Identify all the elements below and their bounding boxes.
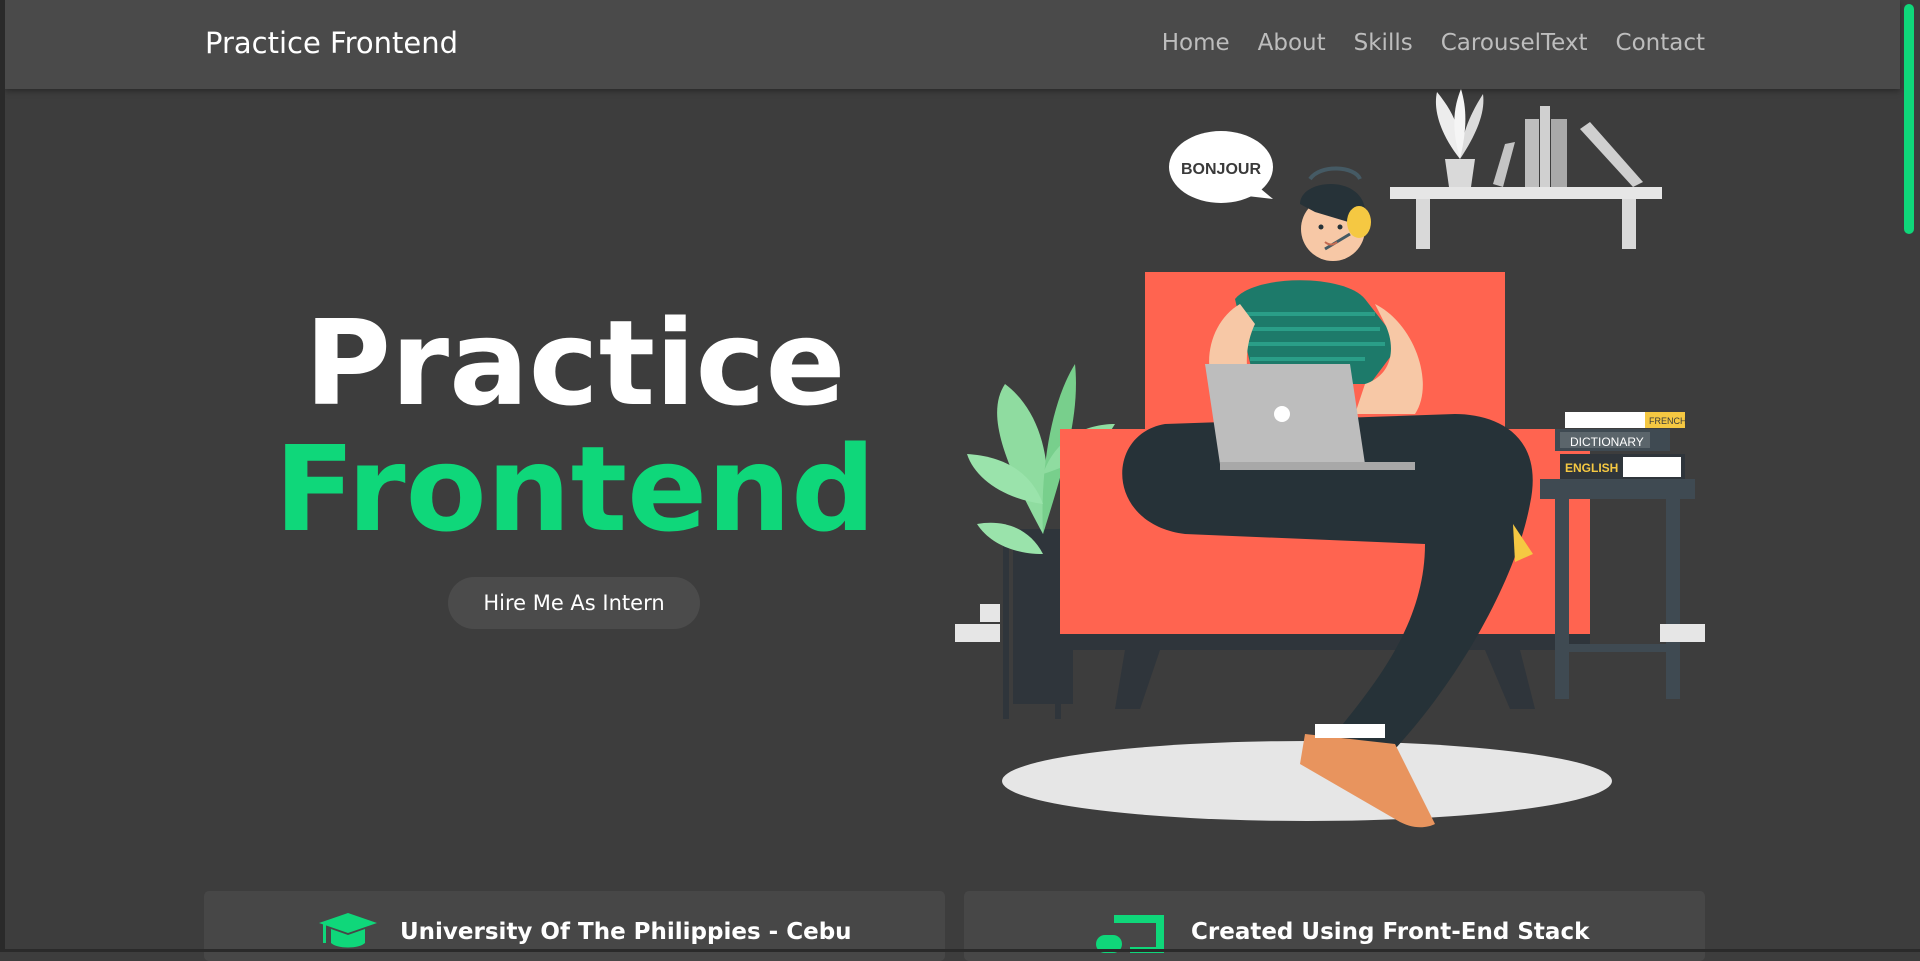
card-university-label: University Of The Philippies - Cebu [400, 919, 852, 945]
laptop-icon [1096, 915, 1164, 953]
book-english-label: ENGLISH [1565, 461, 1618, 475]
card-stack-label: Created Using Front-End Stack [1191, 919, 1590, 945]
info-card-university: University Of The Philippies - Cebu [204, 891, 945, 961]
hero-illustration: BONJOUR ENGLISH DICTIONARY FRENCH [955, 89, 1705, 828]
nav-link-skills[interactable]: Skills [1354, 30, 1413, 56]
hero-title-line2: Frontend [274, 420, 876, 558]
page-scrollbar[interactable] [1904, 0, 1914, 952]
nav-link-home[interactable]: Home [1162, 30, 1230, 56]
book-dictionary-label: DICTIONARY [1570, 435, 1644, 449]
scrollbar-thumb[interactable] [1904, 4, 1914, 234]
nav-links: Home About Skills CarouselText Contact [1162, 30, 1705, 56]
hire-me-button[interactable]: Hire Me As Intern [448, 577, 700, 629]
graduation-cap-icon [319, 913, 377, 948]
nav-link-contact[interactable]: Contact [1616, 30, 1705, 56]
hero-title-line1: Practice [304, 294, 846, 432]
speech-bubble-text: BONJOUR [1181, 161, 1261, 178]
nav-link-about[interactable]: About [1258, 30, 1326, 56]
book-french-label: FRENCH [1649, 416, 1687, 426]
info-card-stack: Created Using Front-End Stack [964, 891, 1705, 961]
top-navbar: Practice Frontend Home About Skills Caro… [5, 0, 1900, 89]
brand-title[interactable]: Practice Frontend [205, 26, 458, 60]
nav-link-carouseltext[interactable]: CarouselText [1441, 30, 1588, 56]
